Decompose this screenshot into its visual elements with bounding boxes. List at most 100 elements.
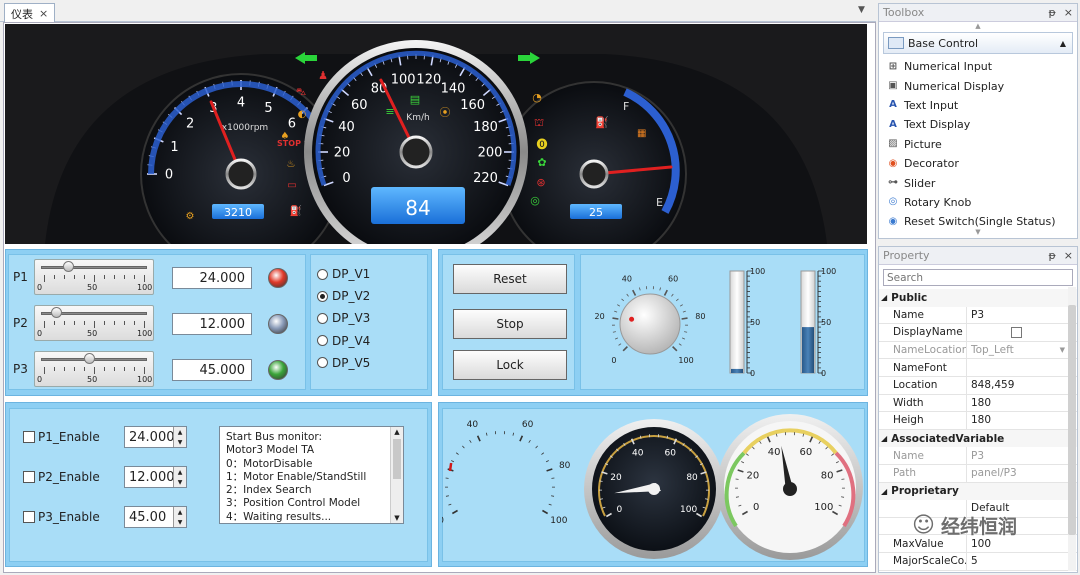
toolbox-item[interactable]: A Text Display — [879, 115, 1077, 134]
toolbox-item[interactable]: ⊶ Slider — [879, 173, 1077, 192]
toolbox-item[interactable]: ◉ Decorator — [879, 154, 1077, 173]
property-value[interactable]: 848,459 — [967, 377, 1077, 394]
numeric-input[interactable]: 12.000 ▲ ▼ — [124, 466, 187, 488]
radio-dp-v1[interactable]: DP_V1 — [317, 267, 370, 281]
enable-checkbox[interactable] — [23, 511, 35, 523]
close-icon[interactable]: × — [1064, 6, 1073, 19]
radio-button[interactable] — [317, 268, 328, 280]
chevron-up-icon[interactable]: ▲ — [1060, 39, 1066, 48]
property-row[interactable]: Heigh 180 — [879, 412, 1077, 430]
scroll-up-icon[interactable]: ▲ — [391, 427, 403, 437]
property-row[interactable]: Name P3 — [879, 306, 1077, 325]
enable-p3-enable[interactable]: P3_Enable — [23, 510, 100, 524]
spin-up-icon[interactable]: ▲ — [178, 429, 183, 436]
spin-down-icon[interactable]: ▼ — [178, 519, 183, 526]
property-row[interactable]: Width 180 — [879, 394, 1077, 413]
property-category[interactable]: ◢ AssociatedVariable — [879, 429, 1077, 448]
collapse-triangle-icon[interactable]: ◢ — [881, 293, 887, 302]
bus-monitor-log[interactable]: Start Bus monitor: Motor3 Model TA 0：Motor… — [219, 426, 404, 524]
property-value[interactable]: 180 — [967, 395, 1077, 412]
enable-p2-enable[interactable]: P2_Enable — [23, 470, 100, 484]
dial-tick — [476, 435, 481, 442]
property-category[interactable]: ◢ Public — [879, 289, 1077, 307]
property-row[interactable]: DisplayName — [879, 324, 1077, 342]
rotary-knob[interactable] — [619, 293, 681, 355]
dropdown-arrow-icon[interactable]: ▼ — [1060, 346, 1065, 354]
property-title: Property — [883, 249, 930, 262]
document-tab[interactable]: 仪表 × — [4, 3, 56, 23]
numeric-input[interactable]: 24.000 ▲ ▼ — [124, 426, 187, 448]
spin-buttons[interactable]: ▲ ▼ — [173, 507, 186, 527]
radio-button[interactable] — [317, 312, 328, 324]
property-value[interactable]: 5 — [967, 553, 1077, 570]
slider-label: P2 — [13, 316, 28, 330]
toolbox-item[interactable]: ◎ Rotary Knob — [879, 193, 1077, 212]
radio-button[interactable] — [317, 335, 328, 347]
slider-thumb[interactable] — [63, 261, 74, 272]
spin-up-icon[interactable]: ▲ — [178, 469, 183, 476]
toolbox-scroll-up-icon[interactable]: ▲ — [879, 22, 1077, 32]
radio-dp-v2[interactable]: DP_V2 — [317, 289, 370, 303]
slider-p2[interactable]: 0 50 100 — [34, 305, 154, 341]
property-row[interactable]: Location 848,459 — [879, 376, 1077, 395]
toolbox-item[interactable]: ⊞ Numerical Input — [879, 57, 1077, 76]
close-icon[interactable]: × — [1064, 249, 1073, 262]
enable-p1-enable[interactable]: P1_Enable — [23, 430, 100, 444]
property-value[interactable]: P3 — [967, 447, 1077, 464]
slider-thumb[interactable] — [51, 307, 62, 318]
property-row[interactable]: Path panel/P3 — [879, 464, 1077, 483]
lock-button[interactable]: Lock — [453, 350, 567, 380]
property-value[interactable]: panel/P3 — [967, 465, 1077, 482]
toolbox-item[interactable]: ▣ Numerical Display — [879, 76, 1077, 95]
property-value[interactable] — [967, 359, 1077, 376]
property-row[interactable]: NameFont — [879, 359, 1077, 377]
slider-p3[interactable]: 0 50 100 — [34, 351, 154, 387]
collapse-triangle-icon[interactable]: ◢ — [881, 434, 887, 443]
toolbox-item[interactable]: A Text Input — [879, 96, 1077, 115]
scroll-down-icon[interactable]: ▼ — [391, 513, 403, 523]
property-row[interactable]: Name P3 — [879, 447, 1077, 465]
spin-down-icon[interactable]: ▼ — [178, 479, 183, 486]
radio-dp-v5[interactable]: DP_V5 — [317, 356, 370, 370]
radio-button[interactable] — [317, 290, 328, 302]
radio-dp-v3[interactable]: DP_V3 — [317, 311, 370, 325]
pin-icon[interactable]: ᵽ — [1048, 249, 1055, 262]
slider-p1[interactable]: 0 50 100 — [34, 259, 154, 295]
property-search-input[interactable] — [883, 269, 1073, 286]
toolbox-scroll-down-icon[interactable]: ▼ — [879, 228, 1077, 236]
property-value[interactable] — [967, 324, 1077, 341]
stop-button[interactable]: Stop — [453, 309, 567, 339]
property-scrollbar[interactable] — [1068, 287, 1076, 571]
property-value[interactable]: 180 — [967, 412, 1077, 429]
text-display-icon: A — [889, 118, 897, 130]
property-scroll-thumb[interactable] — [1068, 305, 1076, 535]
spin-buttons[interactable]: ▲ ▼ — [173, 427, 186, 447]
property-checkbox[interactable] — [1011, 326, 1022, 338]
pin-icon[interactable]: ᵽ — [1048, 6, 1055, 19]
tab-dropdown-icon[interactable]: ▼ — [858, 5, 865, 15]
close-icon[interactable]: × — [39, 7, 48, 20]
toolbox-item[interactable]: ▨ Picture — [879, 135, 1077, 154]
scroll-thumb[interactable] — [393, 439, 401, 479]
spin-down-icon[interactable]: ▼ — [178, 439, 183, 446]
numeric-display-p3: 45.000 — [172, 359, 252, 381]
toolbox-group-header[interactable]: Base Control ▲ — [883, 32, 1073, 54]
numeric-input[interactable]: 45.00 ▲ ▼ — [124, 506, 187, 528]
spin-buttons[interactable]: ▲ ▼ — [173, 467, 186, 487]
property-category[interactable]: ◢ Proprietary — [879, 482, 1077, 501]
property-row[interactable]: MajorScaleCo... 5 — [879, 552, 1077, 571]
dial-tick — [626, 293, 629, 297]
radio-button[interactable] — [317, 357, 328, 369]
spin-up-icon[interactable]: ▲ — [178, 509, 183, 516]
property-value[interactable]: P3 — [967, 307, 1077, 324]
slider-thumb[interactable] — [84, 353, 95, 364]
property-value[interactable]: Top_Left ▼ — [967, 342, 1077, 359]
slider-track[interactable] — [41, 266, 147, 269]
property-row[interactable]: NameLocation Top_Left ▼ — [879, 341, 1077, 360]
collapse-triangle-icon[interactable]: ◢ — [881, 487, 887, 496]
reset-button[interactable]: Reset — [453, 264, 567, 294]
radio-dp-v4[interactable]: DP_V4 — [317, 334, 370, 348]
enable-checkbox[interactable] — [23, 431, 35, 443]
log-scrollbar[interactable]: ▲ ▼ — [390, 427, 403, 523]
enable-checkbox[interactable] — [23, 471, 35, 483]
